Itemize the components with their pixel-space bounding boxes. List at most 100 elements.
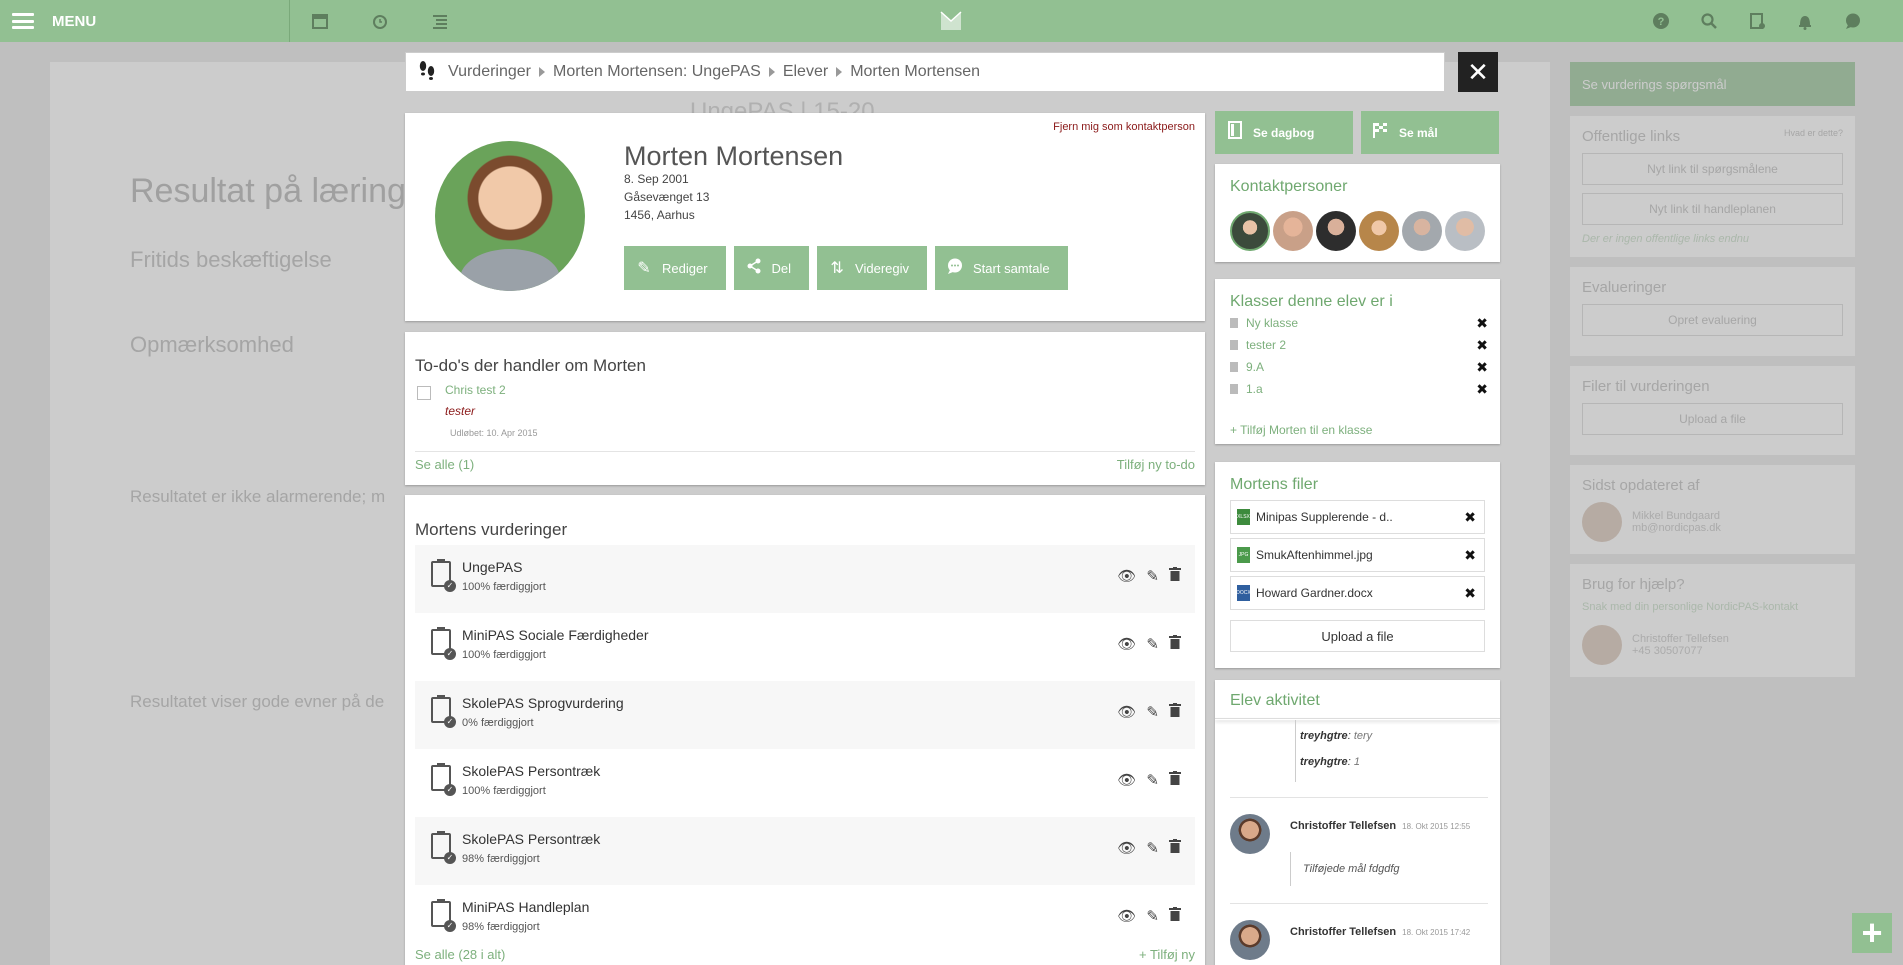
activity-user[interactable]: Christoffer Tellefsen [1290, 926, 1396, 938]
trash-icon[interactable] [1169, 839, 1181, 857]
evaluation-row[interactable]: SkolePAS Sprogvurdering 0% færdiggjort 👁… [415, 681, 1195, 749]
menu-button[interactable]: MENU [0, 0, 290, 42]
classes-title: Klasser denne elev er i [1230, 293, 1393, 310]
trash-icon[interactable] [1169, 635, 1181, 653]
clipboard-check-icon [431, 695, 456, 728]
share-button[interactable]: Del [733, 246, 810, 290]
activity-avatar[interactable] [1230, 920, 1270, 960]
evaluation-name: MiniPAS Handleplan [462, 899, 590, 915]
close-modal-button[interactable]: ✕ [1458, 52, 1498, 92]
class-name[interactable]: 1.a [1246, 382, 1263, 396]
contact-avatar[interactable] [1316, 211, 1356, 251]
edit-pencil-icon[interactable]: ✎ [1146, 635, 1159, 653]
view-eye-icon[interactable]: 👁 [1117, 635, 1136, 653]
edit-pencil-icon[interactable]: ✎ [1146, 907, 1159, 925]
see-goals-button[interactable]: Se mål [1361, 111, 1499, 154]
evaluation-row[interactable]: UngePAS 100% færdiggjort 👁 ✎ [415, 545, 1195, 613]
logo-icon[interactable] [940, 10, 962, 32]
breadcrumb-separator-icon [539, 67, 546, 77]
trash-icon[interactable] [1169, 771, 1181, 789]
remove-class-icon[interactable]: ✖ [1476, 381, 1488, 398]
plus-icon: + [1861, 912, 1883, 953]
clipboard-check-icon [431, 831, 456, 864]
trash-icon[interactable] [1169, 567, 1181, 585]
breadcrumb-separator-icon [836, 67, 843, 77]
chat-icon[interactable] [1843, 11, 1863, 31]
breadcrumb-item-evaluations[interactable]: Vurderinger [448, 63, 531, 81]
todo-checkbox[interactable] [417, 386, 431, 400]
hamburger-icon [12, 13, 34, 29]
breadcrumb: Vurderinger Morten Mortensen: UngePAS El… [405, 52, 1445, 92]
edit-pencil-icon[interactable]: ✎ [1146, 703, 1159, 721]
view-eye-icon[interactable]: 👁 [1117, 839, 1136, 857]
class-name[interactable]: tester 2 [1246, 338, 1286, 352]
clipboard-icon[interactable] [1747, 11, 1767, 31]
breadcrumb-item-evaluation[interactable]: Morten Mortensen: UngePAS [553, 63, 761, 81]
edit-pencil-icon[interactable]: ✎ [1146, 567, 1159, 585]
calendar-icon[interactable] [310, 11, 330, 31]
top-bar: MENU ? [0, 0, 1903, 42]
evaluation-row[interactable]: SkolePAS Persontræk 98% færdiggjort 👁 ✎ [415, 817, 1195, 885]
contact-avatar[interactable] [1359, 211, 1399, 251]
remove-contact-link[interactable]: Fjern mig som kontaktperson [1053, 121, 1195, 133]
view-eye-icon[interactable]: 👁 [1117, 703, 1136, 721]
remove-class-icon[interactable]: ✖ [1476, 337, 1488, 354]
contact-avatar[interactable] [1445, 211, 1485, 251]
view-eye-icon[interactable]: 👁 [1117, 771, 1136, 789]
contact-avatar[interactable] [1402, 211, 1442, 251]
view-eye-icon[interactable]: 👁 [1117, 567, 1136, 585]
remove-file-icon[interactable]: ✖ [1464, 509, 1476, 526]
todo-card: To-do's der handler om Morten Chris test… [405, 332, 1205, 485]
list-icon[interactable] [430, 11, 450, 31]
contact-avatar[interactable] [1273, 211, 1313, 251]
clipboard-check-icon [431, 763, 456, 796]
todo-item-name[interactable]: Chris test 2 [445, 383, 506, 397]
remove-class-icon[interactable]: ✖ [1476, 359, 1488, 376]
file-item[interactable]: DOCX Howard Gardner.docx ✖ [1230, 576, 1485, 610]
class-item: 9.A ✖ [1230, 356, 1488, 378]
todo-add-link[interactable]: Tilføj ny to-do [1117, 457, 1195, 472]
trash-icon[interactable] [1169, 703, 1181, 721]
contact-avatar[interactable] [1230, 211, 1270, 251]
evaluation-row[interactable]: SkolePAS Persontræk 100% færdiggjort 👁 ✎ [415, 749, 1195, 817]
alarm-icon[interactable] [370, 11, 390, 31]
edit-button[interactable]: ✎ Rediger [624, 246, 726, 290]
activity-field: treyhgtre: 1 [1300, 756, 1360, 768]
forward-button[interactable]: ⇅ Videregiv [817, 246, 928, 290]
evaluations-see-all-link[interactable]: Se alle (28 i alt) [415, 947, 505, 962]
search-icon[interactable] [1699, 11, 1719, 31]
remove-file-icon[interactable]: ✖ [1464, 585, 1476, 602]
edit-button-label: Rediger [662, 260, 708, 276]
file-item[interactable]: JPG SmukAftenhimmel.jpg ✖ [1230, 538, 1485, 572]
bell-icon[interactable] [1795, 11, 1815, 31]
evaluation-progress: 0% færdiggjort [462, 717, 534, 729]
evaluation-row[interactable]: MiniPAS Sociale Færdigheder 100% færdigg… [415, 613, 1195, 681]
evaluation-name: MiniPAS Sociale Færdigheder [462, 627, 649, 643]
upload-file-button[interactable]: Upload a file [1230, 620, 1485, 652]
help-icon[interactable]: ? [1651, 11, 1671, 31]
clipboard-check-icon [431, 899, 456, 932]
activity-user[interactable]: Christoffer Tellefsen [1290, 820, 1396, 832]
add-fab-button[interactable]: + [1852, 913, 1892, 953]
diary-icon [1225, 121, 1245, 144]
class-name[interactable]: 9.A [1246, 360, 1264, 374]
file-item[interactable]: XLSX Minipas Supplerende - d.. ✖ [1230, 500, 1485, 534]
view-eye-icon[interactable]: 👁 [1117, 907, 1136, 925]
evaluation-row[interactable]: MiniPAS Handleplan 98% færdiggjort 👁 ✎ [415, 885, 1195, 953]
evaluations-add-link[interactable]: + Tilføj ny [1139, 947, 1195, 962]
menu-label: MENU [52, 12, 97, 30]
todo-see-all-link[interactable]: Se alle (1) [415, 457, 474, 472]
activity-avatar[interactable] [1230, 814, 1270, 854]
remove-file-icon[interactable]: ✖ [1464, 547, 1476, 564]
evaluation-name: UngePAS [462, 559, 523, 575]
edit-pencil-icon[interactable]: ✎ [1146, 839, 1159, 857]
trash-icon[interactable] [1169, 907, 1181, 925]
class-name[interactable]: Ny klasse [1246, 316, 1298, 330]
contacts-card: Kontaktpersoner [1215, 164, 1500, 262]
remove-class-icon[interactable]: ✖ [1476, 315, 1488, 332]
add-to-class-link[interactable]: + Tilføj Morten til en klasse [1230, 423, 1372, 437]
breadcrumb-item-students[interactable]: Elever [783, 63, 828, 81]
edit-pencil-icon[interactable]: ✎ [1146, 771, 1159, 789]
start-chat-button[interactable]: Start samtale [935, 246, 1068, 290]
see-diary-button[interactable]: Se dagbog [1215, 111, 1353, 154]
